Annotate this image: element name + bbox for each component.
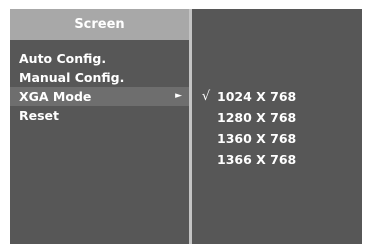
- option-label: 1024 X 768: [217, 89, 297, 104]
- menu-item-label: Reset: [19, 108, 59, 123]
- menu-item-manual-config[interactable]: Manual Config.: [10, 68, 189, 87]
- menu-title: Screen: [10, 9, 189, 40]
- screen-menu-panel: Screen Auto Config. Manual Config. XGA M…: [10, 9, 189, 244]
- option-1360x768[interactable]: 1360 X 768: [192, 128, 362, 149]
- option-1366x768[interactable]: 1366 X 768: [192, 149, 362, 170]
- submenu-arrow-icon: ►: [175, 91, 182, 101]
- menu-item-xga-mode[interactable]: XGA Mode ►: [10, 87, 189, 106]
- checkmark-icon: √: [201, 89, 211, 104]
- option-label: 1366 X 768: [217, 152, 297, 167]
- option-label: 1280 X 768: [217, 110, 297, 125]
- menu-item-reset[interactable]: Reset: [10, 106, 189, 125]
- xga-mode-submenu-panel: √ 1024 X 768 1280 X 768 1360 X 768 1366 …: [192, 9, 362, 244]
- menu-item-label: XGA Mode: [19, 89, 92, 104]
- option-1280x768[interactable]: 1280 X 768: [192, 107, 362, 128]
- xga-mode-options: √ 1024 X 768 1280 X 768 1360 X 768 1366 …: [192, 86, 362, 170]
- menu-list: Auto Config. Manual Config. XGA Mode ► R…: [10, 49, 189, 125]
- menu-item-label: Manual Config.: [19, 70, 125, 85]
- menu-item-label: Auto Config.: [19, 51, 107, 66]
- option-label: 1360 X 768: [217, 131, 297, 146]
- option-1024x768[interactable]: √ 1024 X 768: [192, 86, 362, 107]
- menu-item-auto-config[interactable]: Auto Config.: [10, 49, 189, 68]
